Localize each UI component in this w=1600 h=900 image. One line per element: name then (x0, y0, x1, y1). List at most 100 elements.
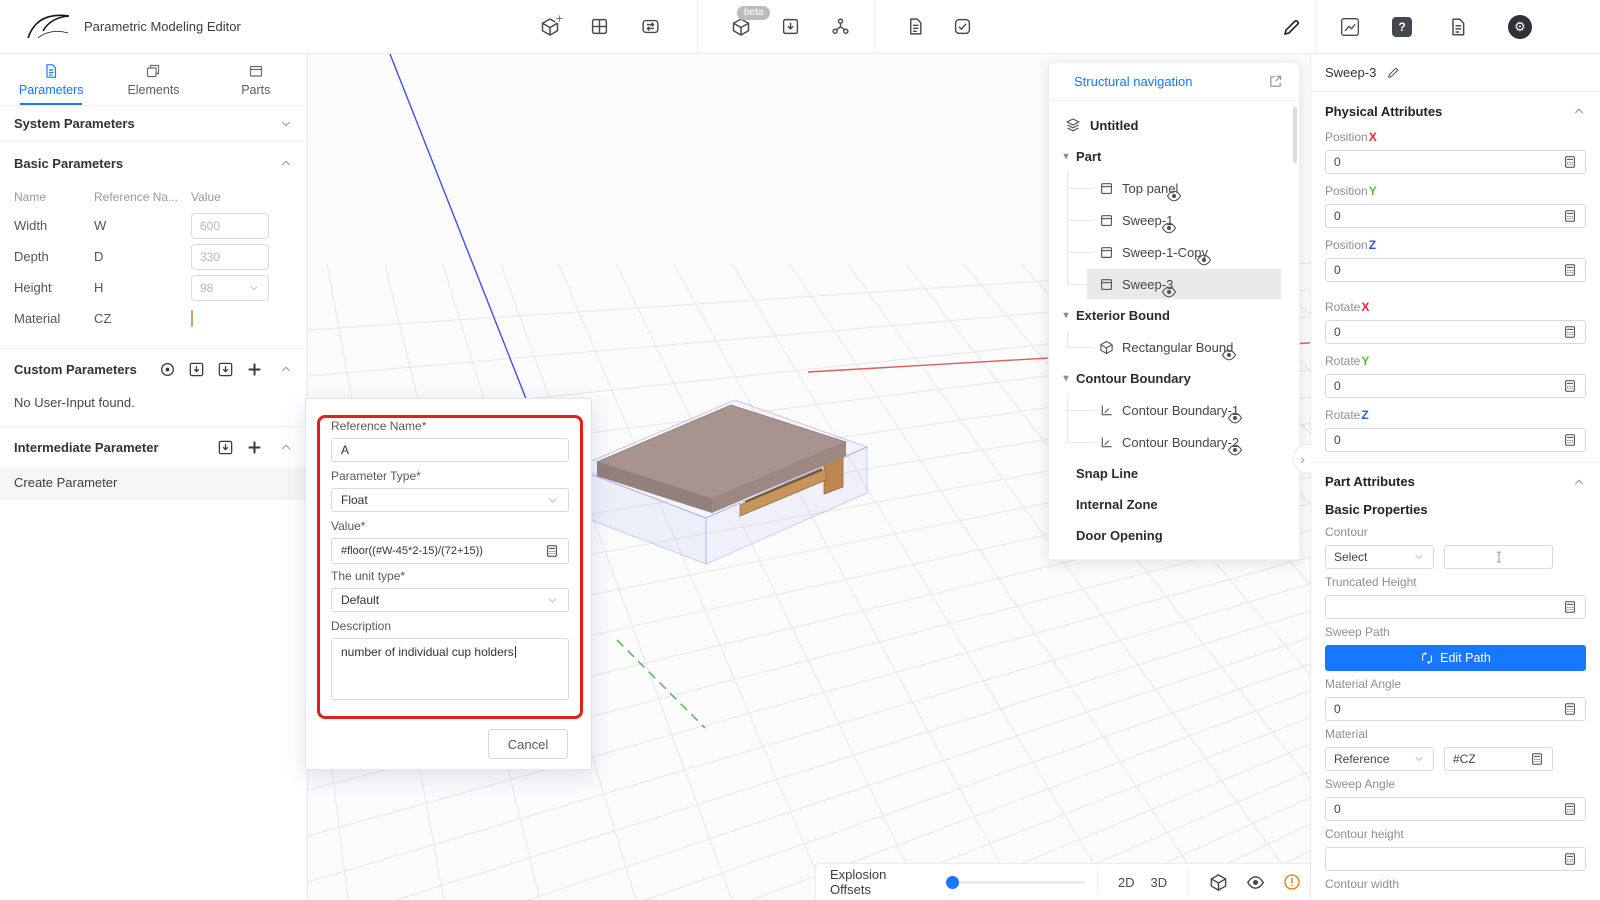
add-cube-icon[interactable] (540, 17, 560, 37)
add-parameter-icon[interactable] (246, 361, 263, 378)
material-mode-select[interactable]: Reference (1325, 747, 1434, 771)
rotate-z-input[interactable]: 0 (1325, 428, 1586, 452)
reference-name-input[interactable]: A (331, 438, 569, 462)
isometric-cube-icon[interactable] (1200, 873, 1237, 892)
tree-item-sweep-1-copy[interactable]: Sweep-1-Copy (1049, 236, 1299, 268)
physical-attributes-header[interactable]: Physical Attributes (1311, 92, 1600, 130)
tree-group-internal-zone[interactable]: ▾ Internal Zone (1049, 489, 1299, 520)
parameter-type-select[interactable]: Float (331, 488, 569, 512)
rotate-y-input[interactable]: 0 (1325, 374, 1586, 398)
chevron-up-icon[interactable] (279, 440, 293, 454)
chevron-up-icon[interactable] (1572, 104, 1586, 118)
system-parameters-section[interactable]: System Parameters (0, 106, 307, 142)
tree-group-part[interactable]: ▾ Part (1049, 141, 1299, 172)
contour-height-input[interactable] (1325, 847, 1586, 871)
help-icon[interactable]: ? (1392, 17, 1412, 37)
sweep-angle-input[interactable]: 0 (1325, 797, 1586, 821)
rename-pencil-icon[interactable] (1386, 66, 1400, 80)
tree-group-snap-line[interactable]: ▾ Snap Line (1049, 458, 1299, 489)
document-icon[interactable] (1448, 17, 1468, 37)
tree-item-sweep-3[interactable]: Sweep-3 (1049, 268, 1299, 300)
contour-value-input[interactable] (1444, 545, 1553, 569)
formula-icon[interactable] (1563, 600, 1577, 614)
position-y-input[interactable]: 0 (1325, 204, 1586, 228)
formula-icon[interactable] (1563, 325, 1577, 339)
material-swatch[interactable] (191, 310, 193, 327)
import-box-icon[interactable] (188, 361, 205, 378)
position-x-input[interactable]: 0 (1325, 150, 1586, 174)
truncated-height-input[interactable] (1325, 595, 1586, 619)
export-box-icon[interactable] (781, 17, 800, 36)
node-graph-icon[interactable] (831, 17, 850, 36)
edit-pencil-icon[interactable] (1281, 17, 1302, 38)
visibility-eye-icon[interactable] (1161, 284, 1177, 300)
formula-icon[interactable] (1563, 155, 1577, 169)
caret-down-icon[interactable]: ▾ (1061, 151, 1071, 162)
add-parameter-icon[interactable] (246, 439, 263, 456)
tree-group-exterior-bound[interactable]: ▾ Exterior Bound (1049, 300, 1299, 331)
sync-swap-icon[interactable] (640, 17, 661, 36)
description-textarea[interactable]: number of individual cup holders (331, 638, 569, 700)
tree-group-door-opening[interactable]: ▾ Door Opening (1049, 520, 1299, 551)
chevron-up-icon[interactable] (279, 362, 293, 376)
cancel-button[interactable]: Cancel (488, 729, 568, 759)
caret-down-icon[interactable]: ▾ (1061, 373, 1071, 384)
contour-select[interactable]: Select (1325, 545, 1434, 569)
formula-icon[interactable] (1530, 752, 1544, 766)
tab-parts[interactable]: Parts (205, 54, 307, 105)
components-grid-icon[interactable] (590, 17, 609, 36)
doc-edit-icon[interactable] (906, 17, 925, 36)
beta-cube-icon[interactable] (731, 17, 751, 37)
visibility-eye-icon[interactable] (1161, 220, 1177, 236)
visibility-eye-icon[interactable] (1227, 410, 1243, 426)
tab-elements[interactable]: Elements (102, 54, 204, 105)
chart-panel-icon[interactable] (1340, 17, 1360, 37)
visibility-eye-icon[interactable] (1237, 873, 1274, 892)
export-box-icon[interactable] (217, 361, 234, 378)
tree-item-top-panel[interactable]: Top panel (1049, 172, 1299, 204)
tree-root-untitled[interactable]: Untitled (1049, 109, 1299, 141)
formula-icon[interactable] (1563, 852, 1577, 866)
view-3d-button[interactable]: 3D (1142, 875, 1175, 890)
formula-icon[interactable] (1563, 802, 1577, 816)
create-parameter-item[interactable]: Create Parameter (0, 467, 307, 499)
tree-item-contour-boundary-2[interactable]: Contour Boundary-2 (1049, 426, 1299, 458)
tab-parameters[interactable]: Parameters (0, 54, 102, 105)
tree-item-contour-boundary-1[interactable]: Contour Boundary-1 (1049, 394, 1299, 426)
warning-info-icon[interactable] (1274, 873, 1310, 891)
target-icon[interactable] (159, 361, 176, 378)
chevron-up-icon[interactable] (1572, 475, 1586, 489)
slider-knob[interactable] (946, 876, 959, 889)
material-reference-input[interactable]: #CZ (1444, 747, 1553, 771)
rotate-x-input[interactable]: 0 (1325, 320, 1586, 344)
settings-gear-icon[interactable]: ⚙ (1508, 15, 1532, 39)
edit-path-button[interactable]: Edit Path (1325, 645, 1586, 671)
formula-icon[interactable] (1563, 702, 1577, 716)
formula-editor-icon[interactable] (545, 544, 559, 558)
unit-type-select[interactable]: Default (331, 588, 569, 612)
visibility-eye-icon[interactable] (1166, 188, 1182, 204)
caret-down-icon[interactable]: ▾ (1061, 310, 1071, 321)
tree-item-sweep-1[interactable]: Sweep-1 (1049, 204, 1299, 236)
chevron-up-icon[interactable] (279, 156, 293, 170)
validate-check-icon[interactable] (953, 17, 972, 36)
tree-group-contour-boundary[interactable]: ▾ Contour Boundary (1049, 363, 1299, 394)
height-value-select[interactable]: 98 (191, 275, 269, 301)
tree-group-collision-detect-area[interactable]: ▾ Collision Detect Area (1049, 551, 1299, 560)
position-z-input[interactable]: 0 (1325, 258, 1586, 282)
formula-icon[interactable] (1563, 209, 1577, 223)
part-attributes-header[interactable]: Part Attributes (1311, 462, 1600, 500)
material-angle-input[interactable]: 0 (1325, 697, 1586, 721)
expand-panel-icon[interactable] (1268, 74, 1283, 89)
formula-icon[interactable] (1563, 379, 1577, 393)
formula-icon[interactable] (1563, 263, 1577, 277)
chevron-down-icon[interactable] (279, 117, 293, 131)
import-box-icon[interactable] (217, 439, 234, 456)
visibility-eye-icon[interactable] (1196, 252, 1212, 268)
basic-parameters-header[interactable]: Basic Parameters (0, 142, 307, 184)
tree-item-rectangular-bound[interactable]: Rectangular Bound (1049, 331, 1299, 363)
depth-value-input[interactable]: 330 (191, 244, 269, 270)
formula-icon[interactable] (1563, 433, 1577, 447)
view-2d-button[interactable]: 2D (1110, 875, 1143, 890)
visibility-eye-icon[interactable] (1221, 347, 1237, 363)
